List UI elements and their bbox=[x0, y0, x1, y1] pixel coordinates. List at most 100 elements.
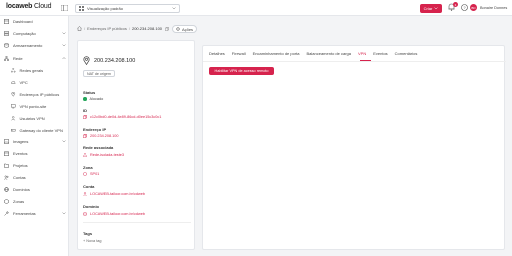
sidebar-item-armazenamento[interactable]: Armazenamento bbox=[4, 42, 66, 49]
account-text: LOCAWEB-tailoor.com.br/cdweb bbox=[90, 192, 145, 196]
ip-text: 200.234.208.100 bbox=[90, 134, 119, 138]
sidebar-item-label: Endereços IP públicos bbox=[19, 92, 60, 97]
tab-comentarios[interactable]: Comentários bbox=[395, 51, 418, 56]
view-select-value: Visualização padrão bbox=[87, 5, 123, 11]
copy-icon[interactable] bbox=[165, 26, 169, 31]
sidebar-item-contas[interactable]: Contas bbox=[4, 174, 66, 181]
status-text: Alocado bbox=[89, 97, 104, 101]
home-icon[interactable] bbox=[77, 26, 82, 31]
network-text: Rede-isolada-teste3 bbox=[90, 153, 124, 157]
sidebar-item-label: Computação bbox=[13, 31, 36, 36]
owner-label: Domínio bbox=[83, 204, 99, 209]
sidebar-item-dominios[interactable]: Domínios bbox=[4, 186, 66, 193]
monitor-icon bbox=[11, 104, 16, 109]
image-icon bbox=[4, 139, 9, 144]
help-icon[interactable]: ? bbox=[461, 4, 468, 11]
sidebar: Dashboard Computação Armazenamento Rede … bbox=[0, 16, 69, 256]
type-badge: NAT de origem bbox=[83, 70, 115, 77]
sidebar-item-label: Redes gerais bbox=[19, 68, 44, 73]
user-name[interactable]: Bonaire Donnes bbox=[480, 6, 507, 10]
status-value: Alocado bbox=[83, 97, 103, 101]
gateway-icon bbox=[11, 129, 16, 132]
tab-firewall[interactable]: Firewall bbox=[232, 51, 246, 56]
owner-value[interactable]: LOCAWEB-tailoor.com.br/cdweb bbox=[83, 212, 145, 216]
add-tag-button[interactable]: + Nova tag bbox=[83, 239, 101, 243]
divider bbox=[83, 222, 191, 223]
tab-vpn[interactable]: VPN bbox=[358, 51, 366, 56]
sidebar-item-label: VPN ponto-site bbox=[19, 104, 47, 109]
user-icon bbox=[83, 192, 87, 196]
zone-value[interactable]: SP01 bbox=[83, 172, 99, 176]
sidebar-item-vpc[interactable]: VPC bbox=[11, 79, 28, 86]
tab-encaminhamento[interactable]: Encaminhamento de porta bbox=[253, 51, 300, 56]
enable-vpn-button[interactable]: Habilitar VPN de acesso remoto bbox=[209, 67, 274, 75]
storage-icon bbox=[4, 43, 9, 48]
dashboard-icon bbox=[4, 19, 9, 24]
sidebar-item-gateway-vpn[interactable]: Gateway do cliente VPN bbox=[11, 127, 63, 134]
account-value[interactable]: LOCAWEB-tailoor.com.br/cdweb bbox=[83, 192, 145, 196]
details-panel: 200.234.208.100 NAT de origem Status Alo… bbox=[77, 40, 195, 250]
sidebar-item-usuarios-vpn[interactable]: Usuários VPN bbox=[11, 115, 45, 122]
folder-icon bbox=[4, 163, 9, 168]
sidebar-item-label: Usuários VPN bbox=[19, 116, 45, 121]
sidebar-item-ferramentas[interactable]: Ferramentas bbox=[4, 210, 66, 217]
server-icon bbox=[4, 31, 9, 36]
sidebar-item-label: Rede bbox=[13, 56, 23, 61]
sidebar-item-label: Dashboard bbox=[13, 19, 33, 24]
zone-icon bbox=[83, 172, 87, 176]
sidebar-item-enderecos-ip[interactable]: Endereços IP públicos bbox=[11, 91, 59, 98]
network-icon bbox=[11, 68, 16, 73]
sidebar-item-label: Domínios bbox=[13, 187, 30, 192]
tab-eventos[interactable]: Eventos bbox=[373, 51, 387, 56]
tags-label: Tags bbox=[83, 231, 93, 236]
zone-text: SP01 bbox=[90, 172, 100, 176]
logo[interactable]: locaweb Cloud bbox=[6, 3, 51, 10]
sidebar-item-imagens[interactable]: Imagens bbox=[4, 138, 66, 145]
sidebar-item-computacao[interactable]: Computação bbox=[4, 30, 66, 37]
avatar[interactable]: BD bbox=[470, 4, 477, 11]
gear-icon bbox=[176, 27, 180, 31]
tabs-panel: Detalhes Firewall Encaminhamento de port… bbox=[202, 45, 506, 250]
sidebar-item-label: Imagens bbox=[13, 139, 29, 144]
logo-main-text: locaweb bbox=[6, 3, 33, 10]
id-text: c12c0bd0-de0d-4e89-86cd-d0ee15c3c0c1 bbox=[90, 115, 162, 119]
copy-icon bbox=[83, 134, 87, 138]
sidebar-item-redes-gerais[interactable]: Redes gerais bbox=[11, 67, 43, 74]
breadcrumb-current: 200.234.208.100 bbox=[131, 26, 163, 31]
tab-detalhes[interactable]: Detalhes bbox=[209, 51, 225, 56]
tab-balanceamento[interactable]: Balanceamento de carga bbox=[307, 51, 351, 56]
grid-icon bbox=[79, 5, 84, 11]
status-dot-icon bbox=[83, 97, 87, 101]
menu-collapse-icon[interactable] bbox=[61, 5, 68, 11]
top-bar: locaweb Cloud Visualização padrão Criar … bbox=[0, 0, 512, 16]
sidebar-item-zonas[interactable]: Zonas bbox=[4, 198, 66, 205]
sidebar-item-vpn-ponto-site[interactable]: VPN ponto-site bbox=[11, 103, 46, 110]
notifications-button[interactable]: 3 bbox=[448, 2, 458, 12]
actions-button[interactable]: Ações bbox=[172, 25, 197, 33]
globe-icon bbox=[83, 212, 87, 216]
sidebar-item-rede[interactable]: Rede bbox=[4, 55, 66, 62]
create-button[interactable]: Criar bbox=[420, 3, 442, 13]
view-select[interactable]: Visualização padrão bbox=[75, 3, 180, 13]
calendar-icon bbox=[4, 151, 9, 156]
ip-value[interactable]: 200.234.208.100 bbox=[83, 134, 119, 138]
sidebar-item-projetos[interactable]: Projetos bbox=[4, 162, 66, 169]
owner-text: LOCAWEB-tailoor.com.br/cdweb bbox=[90, 212, 145, 216]
breadcrumb-parent[interactable]: Endereços IP públicos bbox=[87, 26, 127, 31]
sidebar-item-label: VPC bbox=[19, 80, 28, 85]
id-value[interactable]: c12c0bd0-de0d-4e89-86cd-d0ee15c3c0c1 bbox=[83, 115, 161, 119]
sidebar-item-dashboard[interactable]: Dashboard bbox=[4, 18, 66, 25]
logo-suffix-text: Cloud bbox=[32, 3, 52, 10]
zone-label: Zona bbox=[83, 165, 93, 170]
divider bbox=[203, 61, 506, 62]
sidebar-item-label: Zonas bbox=[13, 199, 25, 204]
breadcrumb-separator: / bbox=[84, 26, 86, 31]
sidebar-item-eventos[interactable]: Eventos bbox=[4, 150, 66, 157]
network-value[interactable]: Rede-isolada-teste3 bbox=[83, 153, 124, 157]
breadcrumb: / Endereços IP públicos / 200.234.208.10… bbox=[77, 26, 169, 31]
status-label: Status bbox=[83, 90, 96, 95]
chevron-down-icon bbox=[62, 211, 66, 214]
location-pin-icon bbox=[11, 92, 16, 97]
globe-icon bbox=[4, 187, 9, 192]
id-label: ID bbox=[83, 108, 87, 113]
